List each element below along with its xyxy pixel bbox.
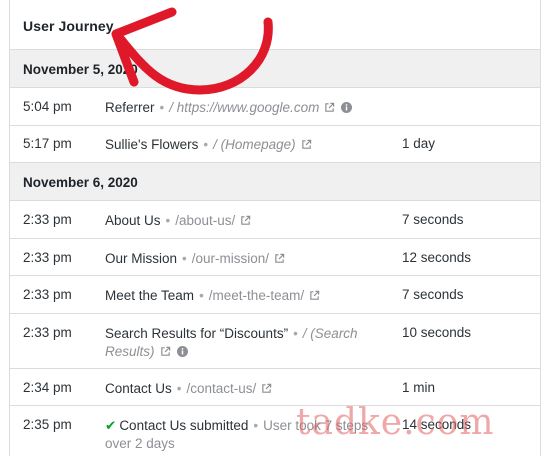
user-journey-panel: User Journey November 5, 2020 5:04 pm Re… — [9, 0, 541, 456]
separator-dot: • — [182, 251, 187, 266]
separator-dot: • — [253, 418, 259, 433]
external-link-icon[interactable] — [309, 290, 320, 301]
row-title: Contact Us submitted — [119, 418, 249, 433]
row-path-link[interactable]: /about-us/ — [175, 213, 235, 228]
row-duration: 7 seconds — [402, 287, 464, 302]
journey-row: 2:33 pm Search Results for “Discounts” • /… — [10, 314, 540, 369]
row-title-cell: Sullie's Flowers • / (Homepage) — [105, 136, 395, 154]
row-time: 2:34 pm — [23, 380, 72, 395]
external-link-icon[interactable] — [301, 139, 312, 150]
journey-row: 5:17 pm Sullie's Flowers • / (Homepage) 1 … — [10, 126, 540, 163]
separator-dot: • — [159, 100, 165, 115]
panel-title: User Journey — [23, 18, 114, 34]
row-title-cell: Meet the Team • /meet-the-team/ — [105, 287, 395, 305]
external-link-icon[interactable] — [261, 383, 272, 394]
separator-dot: • — [176, 381, 182, 396]
row-title-cell: Search Results for “Discounts” • / (Search… — [105, 325, 395, 361]
external-link-icon[interactable] — [240, 215, 251, 226]
row-duration: 1 min — [402, 380, 436, 395]
row-duration: 14 seconds — [402, 417, 472, 432]
journey-row: 2:33 pm Meet the Team • /meet-the-team/ 7 … — [10, 276, 540, 314]
row-title-cell: Contact Us • /contact-us/ — [105, 380, 395, 398]
separator-dot: • — [293, 326, 298, 341]
journey-row: 2:33 pm About Us • /about-us/ 7 seconds — [10, 201, 540, 239]
row-title: About Us — [105, 213, 161, 228]
row-note: User took 7 steps — [263, 418, 369, 433]
row-title-cell: About Us • /about-us/ — [105, 212, 395, 230]
row-title-cell: ✔ Contact Us submitted • User took 7 steps o… — [105, 417, 395, 453]
row-time: 2:33 pm — [23, 325, 72, 340]
separator-dot: • — [199, 288, 204, 303]
external-link-icon[interactable] — [274, 253, 285, 264]
separator-dot: • — [203, 137, 209, 152]
row-title: Our Mission — [105, 251, 178, 266]
row-path-link[interactable]: / https://www.google.com — [169, 100, 319, 115]
separator-dot: • — [165, 213, 171, 228]
row-time: 2:33 pm — [23, 250, 72, 265]
row-title-cell: Our Mission • /our-mission/ — [105, 250, 395, 268]
info-icon[interactable] — [341, 102, 353, 113]
row-time: 5:17 pm — [23, 136, 72, 151]
row-path-link[interactable]: / (Search — [303, 326, 358, 341]
row-duration: 7 seconds — [402, 212, 464, 227]
info-icon[interactable] — [176, 346, 188, 357]
panel-header: User Journey — [10, 0, 540, 50]
journey-row: 2:34 pm Contact Us • /contact-us/ 1 min — [10, 369, 540, 406]
row-title: Contact Us — [105, 381, 172, 396]
row-title: Referrer — [105, 100, 155, 115]
journey-row: 2:35 pm ✔ Contact Us submitted • User took … — [10, 406, 540, 456]
journey-row: 2:33 pm Our Mission • /our-mission/ 12 sec… — [10, 239, 540, 276]
row-path-link-cont[interactable]: Results) — [105, 344, 155, 359]
external-link-icon[interactable] — [324, 102, 335, 113]
checkmark-icon: ✔ — [105, 418, 117, 433]
row-time: 2:35 pm — [23, 417, 72, 432]
journey-row: 5:04 pm Referrer • / https://www.google.co… — [10, 88, 540, 126]
row-path-link[interactable]: /contact-us/ — [187, 381, 257, 396]
row-duration: 1 day — [402, 136, 436, 151]
row-title: Search Results for “Discounts” — [105, 326, 289, 341]
date-group-header: November 5, 2020 — [10, 50, 540, 88]
row-time: 5:04 pm — [23, 99, 72, 114]
row-time: 2:33 pm — [23, 212, 72, 227]
row-title-cell: Referrer • / https://www.google.com — [105, 99, 395, 117]
date-group-header: November 6, 2020 — [10, 163, 540, 201]
row-path-link[interactable]: /meet-the-team/ — [209, 288, 304, 303]
row-path-link[interactable]: /our-mission/ — [192, 251, 269, 266]
row-duration: 12 seconds — [402, 250, 472, 265]
row-title: Meet the Team — [105, 288, 195, 303]
row-time: 2:33 pm — [23, 287, 72, 302]
row-title: Sullie's Flowers — [105, 137, 199, 152]
row-path-link[interactable]: / (Homepage) — [213, 137, 296, 152]
row-note-cont: over 2 days — [105, 436, 175, 451]
row-duration: 10 seconds — [402, 325, 472, 340]
external-link-icon[interactable] — [160, 346, 171, 357]
